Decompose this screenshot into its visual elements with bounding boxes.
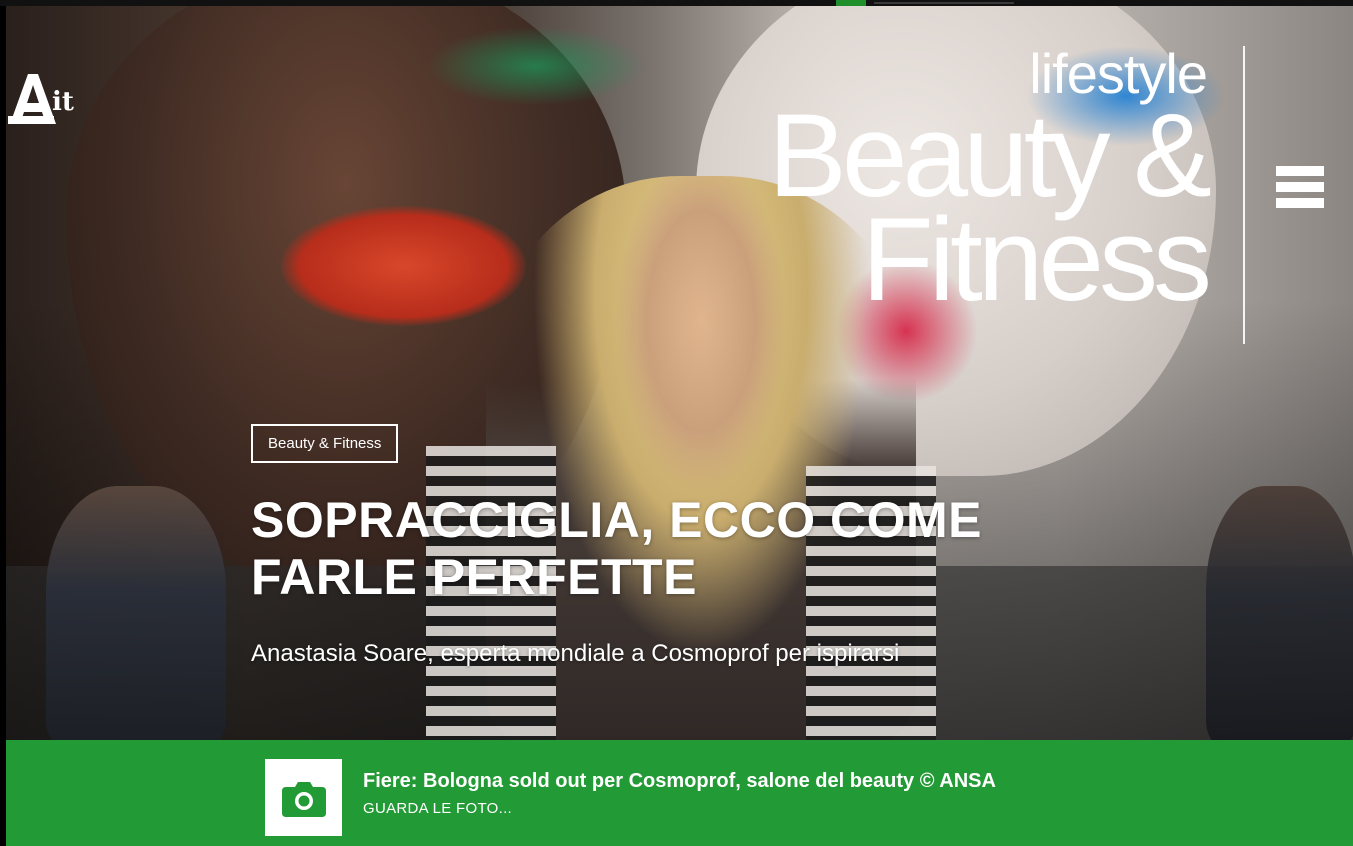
photo-gallery-bar[interactable]: Fiere: Bologna sold out per Cosmoprof, s… xyxy=(6,740,1353,846)
gallery-view-photos-link[interactable]: GUARDA LE FOTO... xyxy=(363,798,996,820)
site-logo-suffix: it xyxy=(52,87,74,117)
category-badge[interactable]: Beauty & Fitness xyxy=(251,424,399,463)
menu-bar-middle xyxy=(1276,182,1324,192)
header-divider xyxy=(1243,46,1245,344)
section-title-line1: Beauty & xyxy=(768,90,1212,222)
article-headline[interactable]: SOPRACCIGLIA, ECCO COME FARLE PERFETTE xyxy=(251,492,1091,606)
hero-person-left xyxy=(46,486,226,740)
section-title-line2: Fitness xyxy=(861,194,1212,326)
gallery-text: Fiere: Bologna sold out per Cosmoprof, s… xyxy=(363,768,996,820)
gallery-caption[interactable]: Fiere: Bologna sold out per Cosmoprof, s… xyxy=(363,768,996,794)
menu-bar-bottom xyxy=(1276,198,1324,208)
hero-person-right xyxy=(1206,486,1353,740)
section-title: lifestyle Beauty & Fitness xyxy=(768,46,1212,326)
site-logo-mark: it xyxy=(8,74,74,124)
top-bar-line xyxy=(874,2,1014,4)
article-subtitle: Anastasia Soare, esperta mondiale a Cosm… xyxy=(251,640,900,667)
menu-bar-top xyxy=(1276,166,1324,176)
site-logo[interactable]: it xyxy=(8,70,80,126)
hero-lips xyxy=(281,206,526,326)
hero-paint-green xyxy=(426,26,646,106)
camera-icon[interactable] xyxy=(265,759,342,836)
camera-icon-graphic xyxy=(281,781,326,817)
hamburger-menu-icon[interactable] xyxy=(1276,166,1324,214)
